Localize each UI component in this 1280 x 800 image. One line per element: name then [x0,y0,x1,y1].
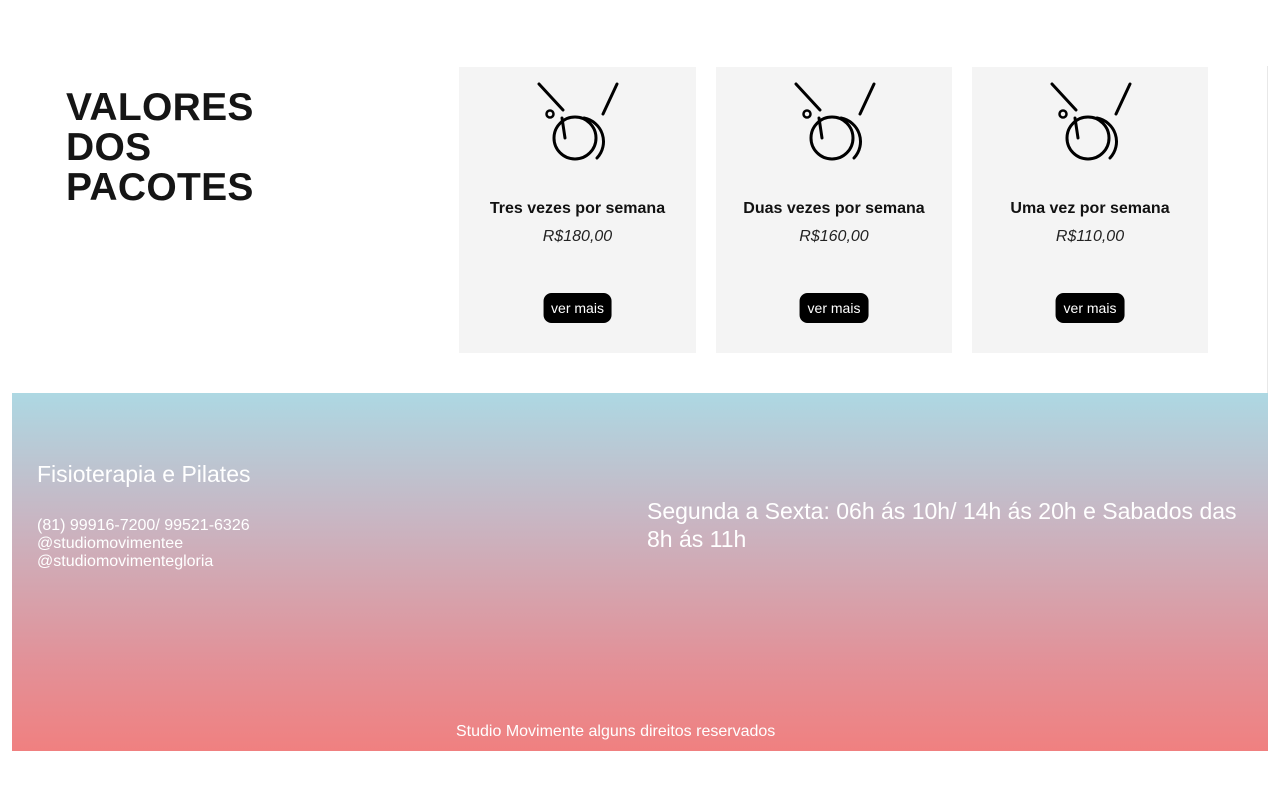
package-card-three-times: Tres vezes por semana R$180,00 ver mais [459,67,696,353]
package-name: Tres vezes por semana [489,200,666,217]
package-card-two-times: Duas vezes por semana R$160,00 ver mais [716,67,952,353]
package-price: R$180,00 [542,228,613,245]
ver-mais-button[interactable]: ver mais [543,293,612,323]
ver-mais-button[interactable]: ver mais [799,293,869,323]
footer-brand: Fisioterapia e Pilates [37,461,251,487]
package-name: Duas vezes por semana [743,200,925,217]
pilates-ball-icon [1050,82,1132,161]
package-name: Uma vez por semana [1010,200,1170,217]
pilates-ball-icon [794,82,876,161]
ver-mais-button[interactable]: ver mais [1055,293,1125,323]
footer-instagram-link[interactable]: @studiomovimentee [37,535,250,553]
footer-opening-hours: Segunda a Sexta: 06h ás 10h/ 14h ás 20h … [647,498,1237,552]
right-divider [1267,66,1268,393]
package-price: R$160,00 [799,228,869,245]
package-card-one-time: Uma vez por semana R$110,00 ver mais [972,67,1208,353]
package-price: R$110,00 [1055,228,1125,245]
section-title: VALORES DOS PACOTES [66,86,254,209]
footer-copyright: Studio Movimente alguns direitos reserva… [456,723,776,740]
footer-instagram-link[interactable]: @studiomovimentegloria [37,553,250,571]
footer-contacts: (81) 99916-7200/ 99521-6326 @studiomovim… [37,517,250,571]
pilates-ball-icon [537,82,619,161]
site-footer: Fisioterapia e Pilates (81) 99916-7200/ … [12,393,1268,751]
footer-phone: (81) 99916-7200/ 99521-6326 [37,517,250,534]
